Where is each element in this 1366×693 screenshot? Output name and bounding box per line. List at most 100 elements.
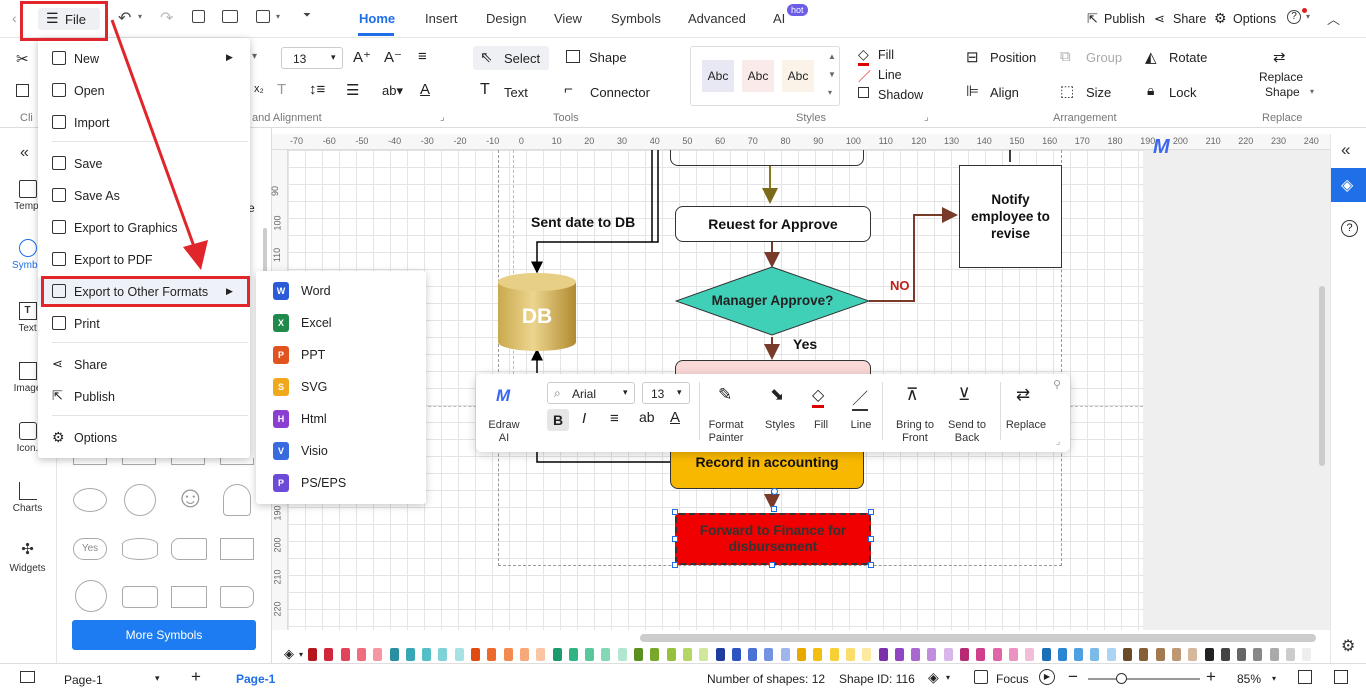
font-color-icon[interactable]: A [670,409,680,426]
color-swatch[interactable] [487,648,497,661]
user-shape[interactable] [223,484,251,516]
horizontal-scrollbar[interactable] [640,634,1316,642]
color-swatch[interactable] [1302,648,1312,661]
color-swatch[interactable] [438,648,448,661]
text-button[interactable]: Text [504,85,528,100]
color-swatch[interactable] [976,648,986,661]
drum-shape[interactable] [122,586,158,608]
color-swatch[interactable] [715,648,725,661]
styles-button[interactable]: Styles [760,419,800,432]
color-swatch[interactable] [454,648,464,661]
color-swatch[interactable] [536,648,546,661]
color-swatch[interactable] [471,648,480,661]
notify-employee-node[interactable]: Notify employee to revise [959,165,1062,268]
font-family-select[interactable]: ⌕ Arial ▾ [547,382,635,404]
chevron-down-icon[interactable]: ▾ [1272,674,1276,683]
tab-insert[interactable]: Insert [425,11,458,26]
line-button[interactable]: Line [846,419,876,432]
select-button[interactable]: ⇖ Select [473,46,549,70]
fullscreen-icon[interactable] [1334,670,1348,684]
symbol-shape[interactable] [122,458,156,465]
color-swatch[interactable] [1286,648,1295,661]
edraw-ai-button[interactable]: Edraw AI [482,419,526,445]
color-swatch[interactable] [960,648,969,661]
color-swatch[interactable] [797,648,806,661]
expand-panel-icon[interactable]: « [1341,140,1350,160]
tab-symbols[interactable]: Symbols [611,11,661,26]
settings-icon[interactable]: ⚙ [1341,636,1355,656]
resize-handle[interactable] [672,562,678,568]
rotate-handle[interactable] [771,488,778,495]
send-to-back-button[interactable]: Send to Back [942,419,992,445]
circle-shape[interactable] [124,484,156,516]
actor-shape[interactable]: ☺ [175,481,206,515]
size-button[interactable]: Size [1086,85,1111,100]
help-icon[interactable]: ? [1341,220,1358,237]
zoom-out-icon[interactable]: − [1068,667,1078,687]
color-swatch[interactable] [1204,648,1214,661]
sidebar-item-widgets[interactable]: ✣ Widgets [0,542,55,575]
color-swatch[interactable] [813,648,823,661]
color-swatch[interactable] [992,648,1002,661]
export-word[interactable]: W Word [256,275,426,307]
tab-advanced[interactable]: Advanced [688,11,746,26]
menu-item-print[interactable]: Print [38,310,250,338]
scroll-down-icon[interactable]: ▼ [828,70,836,79]
ellipse-shape[interactable] [73,488,107,512]
color-swatch[interactable] [699,648,709,661]
color-swatch[interactable] [1155,648,1165,661]
page-tab[interactable]: Page-1 [236,672,275,686]
collapse-ribbon-icon[interactable]: ︿ [1327,9,1340,28]
color-swatch[interactable] [1269,648,1279,661]
shadow-button[interactable]: Shadow [878,88,923,102]
color-swatch[interactable] [845,648,855,661]
style-sample[interactable]: Abc [742,60,774,92]
color-swatch[interactable] [340,648,350,661]
line-spacing-icon[interactable]: ↕≡ [309,81,325,98]
more-symbols-button[interactable]: More Symbols [72,620,256,650]
symbol-shape[interactable] [73,458,107,465]
stored-data-shape[interactable] [171,538,207,560]
forward-finance-node[interactable]: Forward to Finance for disbursement [675,513,871,565]
format-painter-button[interactable]: Format Painter [702,419,750,445]
fill-button[interactable]: Fill [806,419,836,432]
play-icon[interactable]: ▶ [1039,669,1055,685]
color-swatch[interactable] [585,648,595,661]
database-node[interactable]: DB [497,272,577,352]
color-swatch[interactable] [650,648,660,661]
add-page-icon[interactable]: + [191,667,201,687]
tab-view[interactable]: View [554,11,582,26]
edraw-ai-logo-icon[interactable]: M [1153,136,1170,159]
export-ppt[interactable]: P PPT [256,339,426,371]
resize-handle[interactable] [868,562,874,568]
zoom-slider[interactable] [1088,678,1200,680]
replace-button[interactable]: Replace [1004,419,1048,432]
color-swatch[interactable] [666,648,676,661]
color-swatch[interactable] [862,648,872,661]
tab-home[interactable]: Home [359,11,395,26]
position-button[interactable]: Position [990,50,1036,65]
text-case-icon[interactable]: ab▾ [382,83,403,99]
page-select[interactable]: Page-1 ▾ [56,668,171,690]
export-excel[interactable]: X Excel [256,307,426,339]
color-swatch[interactable] [634,648,643,661]
color-swatch[interactable] [568,648,578,661]
fill-bucket-icon[interactable]: ◈ [284,646,294,662]
color-swatch[interactable] [829,648,839,661]
export-ps-eps[interactable]: P PS/EPS [256,467,426,499]
font-size-select[interactable]: 13 ▾ [281,47,343,69]
connector-shape[interactable] [75,580,107,612]
publish-button[interactable]: Publish [1104,12,1145,26]
font-color-icon[interactable]: A [420,81,430,98]
bullet-list-icon[interactable]: ☰ [346,81,359,99]
color-swatch[interactable] [601,648,611,661]
color-swatch[interactable] [1123,648,1132,661]
resize-handle[interactable] [868,509,874,515]
color-swatch[interactable] [927,648,937,661]
color-swatch[interactable] [780,648,790,661]
color-swatch[interactable] [503,648,513,661]
scroll-up-icon[interactable]: ▲ [828,52,836,61]
shape-button[interactable]: Shape [589,50,627,65]
symbol-shape[interactable] [171,458,205,465]
color-swatch[interactable] [324,648,334,661]
